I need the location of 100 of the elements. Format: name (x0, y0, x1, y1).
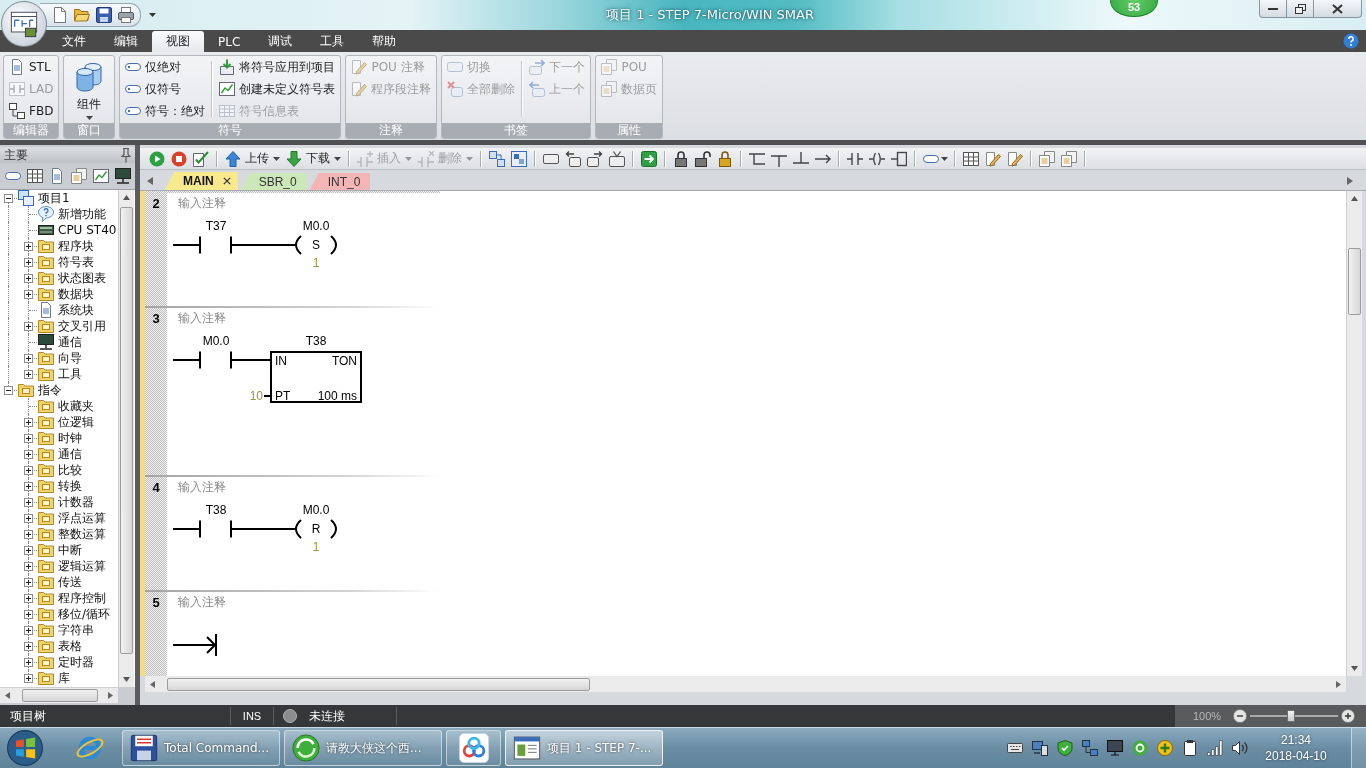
expand-toggle[interactable] (4, 194, 13, 203)
ribbon-button[interactable]: 创建未定义符号表 (217, 78, 338, 100)
expand-toggle[interactable] (24, 434, 33, 443)
pencil-icon[interactable] (985, 150, 1001, 167)
coil-icon[interactable] (869, 150, 885, 167)
editor-tab[interactable]: MAIN (165, 172, 238, 190)
taskbar-button[interactable] (446, 730, 501, 766)
clipboard-icon[interactable] (1182, 740, 1198, 756)
scroll-right-icon[interactable] (1347, 177, 1353, 185)
zoom-out-icon[interactable] (1233, 709, 1247, 723)
menu-tab[interactable]: 工具 (306, 31, 359, 52)
tree-item[interactable]: 向导 (58, 349, 82, 367)
ribbon-button[interactable]: 仅绝对 (123, 56, 208, 78)
play-icon[interactable] (149, 150, 165, 167)
tree-item[interactable]: 转换 (58, 477, 82, 495)
chart-icon[interactable] (93, 168, 109, 184)
scroll-up-icon[interactable] (123, 195, 130, 200)
tree-item[interactable]: 指令 (38, 381, 62, 399)
pages-icon[interactable] (71, 168, 87, 184)
expand-toggle[interactable] (24, 658, 33, 667)
expand-toggle[interactable] (24, 482, 33, 491)
signal-icon[interactable] (1207, 740, 1223, 756)
tree-item[interactable]: 表格 (58, 637, 82, 655)
rectangle-arrow-icon[interactable] (565, 150, 581, 167)
network-comment[interactable]: 输入注释 (178, 311, 226, 325)
scroll-right-icon[interactable] (1336, 680, 1341, 688)
vertical-scrollbar[interactable] (118, 190, 134, 687)
computer-icon[interactable] (1032, 740, 1048, 756)
stop-icon[interactable] (171, 150, 187, 167)
expand-toggle[interactable] (24, 626, 33, 635)
scroll-up-icon[interactable] (1351, 196, 1358, 201)
scroll-right-icon[interactable] (108, 692, 113, 699)
tree-item[interactable]: 程序块 (58, 237, 94, 255)
horizontal-scrollbar[interactable] (145, 676, 1346, 692)
ring-icon[interactable] (1132, 740, 1148, 756)
ribbon-button[interactable]: FBD (7, 100, 56, 122)
network-comment[interactable]: 输入注释 (178, 196, 226, 210)
vertical-scrollbar[interactable] (1346, 191, 1362, 676)
tree-item[interactable]: 位逻辑 (58, 413, 94, 431)
expand-toggle[interactable] (24, 418, 33, 427)
keyboard-icon[interactable] (1007, 740, 1023, 756)
tree-item[interactable]: 整数运算 (58, 525, 106, 543)
grid-icon[interactable] (963, 150, 979, 167)
document-icon[interactable] (52, 7, 68, 23)
rectangle-icon[interactable] (609, 150, 625, 167)
menu-tab[interactable]: 调试 (254, 31, 307, 52)
ribbon-button[interactable]: 组件 (67, 56, 112, 120)
expand-toggle[interactable] (24, 450, 33, 459)
branch-icon[interactable] (749, 150, 765, 167)
expand-toggle[interactable] (24, 290, 33, 299)
expand-toggle[interactable] (24, 594, 33, 603)
scrollbar-thumb[interactable] (167, 677, 590, 691)
expand-toggle[interactable] (24, 514, 33, 523)
tree-item[interactable]: 库 (58, 669, 70, 687)
expand-toggle[interactable] (24, 370, 33, 379)
plus-icon[interactable] (1157, 740, 1173, 756)
box-icon[interactable] (891, 150, 907, 167)
menu-tab[interactable]: 编辑 (100, 31, 152, 52)
tree-item[interactable]: 传送 (58, 573, 82, 591)
scroll-left-icon[interactable] (150, 680, 155, 688)
network-comment[interactable]: 输入注释 (178, 595, 226, 609)
tree-item[interactable]: 新增功能 (58, 205, 106, 223)
expand-toggle[interactable] (24, 562, 33, 571)
tree-item[interactable]: 数据块 (58, 285, 94, 303)
menu-tab[interactable]: 视图 (152, 31, 204, 52)
expand-toggle[interactable] (24, 274, 33, 283)
expand-toggle[interactable] (24, 530, 33, 539)
tree-item[interactable]: 逻辑运算 (58, 557, 106, 575)
tree-item[interactable]: 项目1 (38, 190, 70, 207)
unlock-icon[interactable] (695, 150, 711, 167)
document-icon[interactable] (49, 168, 65, 184)
tree-item[interactable]: 字符串 (58, 621, 94, 639)
ribbon-button[interactable]: 仅符号 (123, 78, 208, 100)
arrow-box-icon[interactable] (641, 150, 657, 167)
ribbon-button[interactable]: 符号：绝对 (123, 100, 208, 122)
branch-icon[interactable] (793, 150, 809, 167)
scroll-down-icon[interactable] (123, 677, 130, 682)
caret-icon[interactable] (941, 156, 948, 161)
tree-item[interactable]: 程序控制 (58, 589, 106, 607)
close-icon[interactable] (222, 177, 231, 185)
tree-item[interactable]: 交叉引用 (58, 317, 106, 335)
minimize-button[interactable] (1259, 0, 1287, 18)
tree-item[interactable]: CPU ST40 (58, 223, 117, 237)
expand-toggle[interactable] (24, 546, 33, 555)
scroll-down-icon[interactable] (1351, 666, 1358, 671)
tree-item[interactable]: 系统块 (58, 301, 94, 319)
pin-icon[interactable] (121, 147, 131, 163)
zoom-in-icon[interactable] (1341, 709, 1355, 723)
expand-toggle[interactable] (24, 354, 33, 363)
rectangle-arrow-icon[interactable] (587, 150, 603, 167)
tree-item[interactable]: 时钟 (58, 429, 82, 447)
editor-tab[interactable]: INT_0 (309, 173, 371, 190)
slider-thumb[interactable] (1287, 710, 1296, 722)
scroll-left-icon[interactable] (147, 177, 153, 185)
tree-item[interactable]: 工具 (58, 365, 82, 383)
horizontal-scrollbar[interactable] (0, 687, 118, 703)
help-icon[interactable] (1343, 33, 1359, 49)
tree-item[interactable]: 定时器 (58, 653, 94, 671)
expand-toggle[interactable] (24, 498, 33, 507)
tree-item[interactable]: 浮点运算 (58, 509, 106, 527)
